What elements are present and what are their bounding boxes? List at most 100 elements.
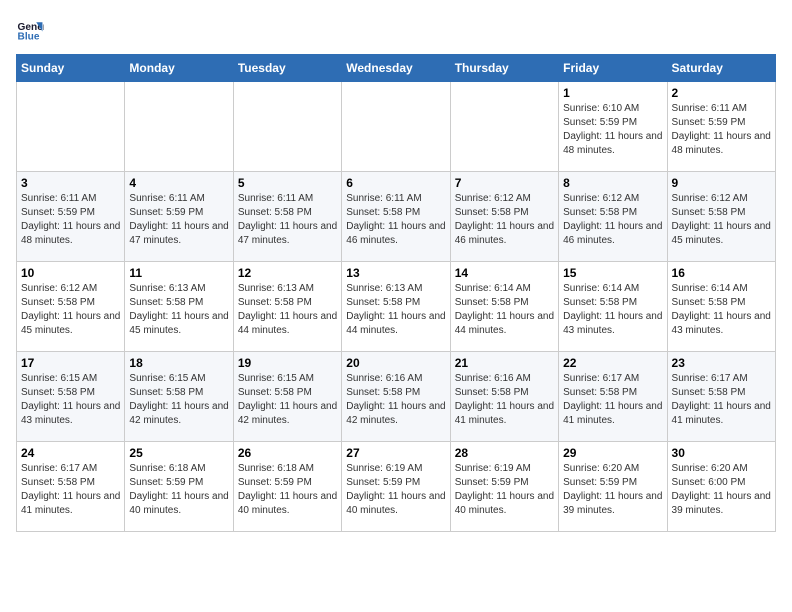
day-number: 16 [672,266,771,280]
day-number: 2 [672,86,771,100]
day-info: Sunrise: 6:13 AM Sunset: 5:58 PM Dayligh… [346,282,445,338]
calendar-cell: 11 Sunrise: 6:13 AM Sunset: 5:58 PM Dayli… [125,262,233,352]
day-number: 20 [346,356,445,370]
day-info: Sunrise: 6:19 AM Sunset: 5:59 PM Dayligh… [455,462,554,518]
calendar-table: SundayMondayTuesdayWednesdayThursdayFrid… [16,54,776,532]
calendar-cell: 17 Sunrise: 6:15 AM Sunset: 5:58 PM Dayli… [17,352,125,442]
day-number: 7 [455,176,554,190]
logo-icon: General Blue [16,16,44,44]
calendar-cell: 1 Sunrise: 6:10 AM Sunset: 5:59 PM Daylig… [559,82,667,172]
day-info: Sunrise: 6:17 AM Sunset: 5:58 PM Dayligh… [563,372,662,428]
calendar-body: 1 Sunrise: 6:10 AM Sunset: 5:59 PM Daylig… [17,82,776,532]
day-number: 29 [563,446,662,460]
day-info: Sunrise: 6:13 AM Sunset: 5:58 PM Dayligh… [129,282,228,338]
day-info: Sunrise: 6:20 AM Sunset: 5:59 PM Dayligh… [563,462,662,518]
logo: General Blue [16,16,48,44]
day-number: 13 [346,266,445,280]
day-info: Sunrise: 6:16 AM Sunset: 5:58 PM Dayligh… [346,372,445,428]
calendar-cell: 7Sunrise: 6:12 AM Sunset: 5:58 PM Daylig… [450,172,558,262]
calendar-header-row: SundayMondayTuesdayWednesdayThursdayFrid… [17,55,776,82]
day-number: 10 [21,266,120,280]
day-info: Sunrise: 6:12 AM Sunset: 5:58 PM Dayligh… [21,282,120,338]
calendar-cell: 21 Sunrise: 6:16 AM Sunset: 5:58 PM Dayli… [450,352,558,442]
day-number: 3 [21,176,120,190]
calendar-cell: 14 Sunrise: 6:14 AM Sunset: 5:58 PM Dayli… [450,262,558,352]
calendar-cell: 2 Sunrise: 6:11 AM Sunset: 5:59 PM Daylig… [667,82,775,172]
calendar-week-5: 24 Sunrise: 6:17 AM Sunset: 5:58 PM Dayli… [17,442,776,532]
calendar-cell [450,82,558,172]
day-info: Sunrise: 6:15 AM Sunset: 5:58 PM Dayligh… [21,372,120,428]
calendar-cell: 18 Sunrise: 6:15 AM Sunset: 5:58 PM Dayli… [125,352,233,442]
calendar-cell: 19Sunrise: 6:15 AM Sunset: 5:58 PM Dayli… [233,352,341,442]
calendar-cell: 25Sunrise: 6:18 AM Sunset: 5:59 PM Dayli… [125,442,233,532]
day-number: 25 [129,446,228,460]
day-info: Sunrise: 6:15 AM Sunset: 5:58 PM Dayligh… [129,372,228,428]
day-info: Sunrise: 6:14 AM Sunset: 5:58 PM Dayligh… [672,282,771,338]
calendar-cell: 22 Sunrise: 6:17 AM Sunset: 5:58 PM Dayli… [559,352,667,442]
calendar-cell: 24 Sunrise: 6:17 AM Sunset: 5:58 PM Dayli… [17,442,125,532]
day-number: 28 [455,446,554,460]
day-number: 21 [455,356,554,370]
day-number: 1 [563,86,662,100]
day-info: Sunrise: 6:11 AM Sunset: 5:59 PM Dayligh… [21,192,120,248]
weekday-header-tuesday: Tuesday [233,55,341,82]
day-info: Sunrise: 6:17 AM Sunset: 5:58 PM Dayligh… [672,372,771,428]
calendar-cell: 13 Sunrise: 6:13 AM Sunset: 5:58 PM Dayli… [342,262,450,352]
day-number: 19 [238,356,337,370]
calendar-cell: 9Sunrise: 6:12 AM Sunset: 5:58 PM Daylig… [667,172,775,262]
day-info: Sunrise: 6:11 AM Sunset: 5:59 PM Dayligh… [129,192,228,248]
calendar-cell: 23 Sunrise: 6:17 AM Sunset: 5:58 PM Dayli… [667,352,775,442]
weekday-header-saturday: Saturday [667,55,775,82]
weekday-header-monday: Monday [125,55,233,82]
calendar-cell: 4 Sunrise: 6:11 AM Sunset: 5:59 PM Daylig… [125,172,233,262]
calendar-cell: 3 Sunrise: 6:11 AM Sunset: 5:59 PM Daylig… [17,172,125,262]
day-number: 17 [21,356,120,370]
calendar-week-1: 1 Sunrise: 6:10 AM Sunset: 5:59 PM Daylig… [17,82,776,172]
calendar-cell: 8Sunrise: 6:12 AM Sunset: 5:58 PM Daylig… [559,172,667,262]
calendar-cell: 30 Sunrise: 6:20 AM Sunset: 6:00 PM Dayli… [667,442,775,532]
day-number: 14 [455,266,554,280]
calendar-cell: 28 Sunrise: 6:19 AM Sunset: 5:59 PM Dayli… [450,442,558,532]
day-number: 30 [672,446,771,460]
calendar-cell: 26Sunrise: 6:18 AM Sunset: 5:59 PM Dayli… [233,442,341,532]
calendar-cell [233,82,341,172]
weekday-header-friday: Friday [559,55,667,82]
page-header: General Blue [16,16,776,44]
calendar-cell: 10 Sunrise: 6:12 AM Sunset: 5:58 PM Dayli… [17,262,125,352]
calendar-cell [342,82,450,172]
day-info: Sunrise: 6:12 AM Sunset: 5:58 PM Dayligh… [563,192,662,248]
day-number: 22 [563,356,662,370]
day-info: Sunrise: 6:14 AM Sunset: 5:58 PM Dayligh… [455,282,554,338]
day-number: 12 [238,266,337,280]
day-number: 11 [129,266,228,280]
svg-text:Blue: Blue [18,31,40,42]
day-info: Sunrise: 6:16 AM Sunset: 5:58 PM Dayligh… [455,372,554,428]
calendar-week-3: 10 Sunrise: 6:12 AM Sunset: 5:58 PM Dayli… [17,262,776,352]
day-info: Sunrise: 6:11 AM Sunset: 5:59 PM Dayligh… [672,102,771,158]
weekday-header-sunday: Sunday [17,55,125,82]
calendar-cell: 15 Sunrise: 6:14 AM Sunset: 5:58 PM Dayli… [559,262,667,352]
day-number: 15 [563,266,662,280]
calendar-cell: 6Sunrise: 6:11 AM Sunset: 5:58 PM Daylig… [342,172,450,262]
day-number: 24 [21,446,120,460]
calendar-cell: 29 Sunrise: 6:20 AM Sunset: 5:59 PM Dayli… [559,442,667,532]
day-info: Sunrise: 6:20 AM Sunset: 6:00 PM Dayligh… [672,462,771,518]
calendar-cell: 27Sunrise: 6:19 AM Sunset: 5:59 PM Dayli… [342,442,450,532]
day-number: 18 [129,356,228,370]
calendar-week-2: 3 Sunrise: 6:11 AM Sunset: 5:59 PM Daylig… [17,172,776,262]
weekday-header-thursday: Thursday [450,55,558,82]
day-info: Sunrise: 6:13 AM Sunset: 5:58 PM Dayligh… [238,282,337,338]
calendar-cell: 12 Sunrise: 6:13 AM Sunset: 5:58 PM Dayli… [233,262,341,352]
day-info: Sunrise: 6:14 AM Sunset: 5:58 PM Dayligh… [563,282,662,338]
day-info: Sunrise: 6:10 AM Sunset: 5:59 PM Dayligh… [563,102,662,158]
day-info: Sunrise: 6:17 AM Sunset: 5:58 PM Dayligh… [21,462,120,518]
day-info: Sunrise: 6:19 AM Sunset: 5:59 PM Dayligh… [346,462,445,518]
day-info: Sunrise: 6:11 AM Sunset: 5:58 PM Dayligh… [238,192,337,248]
day-number: 23 [672,356,771,370]
day-number: 26 [238,446,337,460]
day-info: Sunrise: 6:11 AM Sunset: 5:58 PM Dayligh… [346,192,445,248]
day-number: 9 [672,176,771,190]
day-number: 4 [129,176,228,190]
calendar-cell: 16 Sunrise: 6:14 AM Sunset: 5:58 PM Dayli… [667,262,775,352]
calendar-cell [125,82,233,172]
